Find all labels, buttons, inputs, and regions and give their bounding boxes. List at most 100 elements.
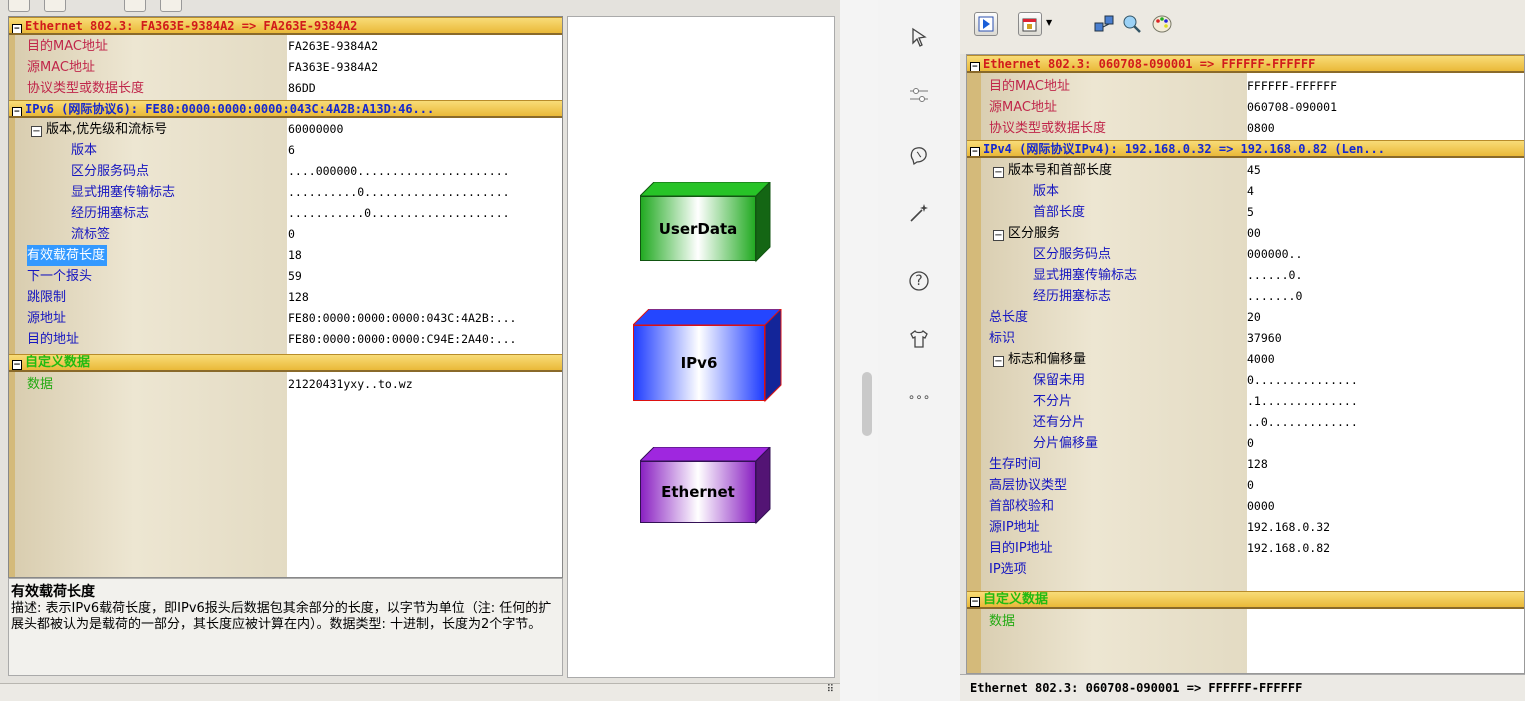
- field-label-text: 目的IP地址: [989, 541, 1053, 556]
- tree-row[interactable]: IP选项: [967, 559, 1524, 580]
- field-value: ...........0....................: [288, 206, 510, 220]
- expand-toggle-icon[interactable]: −: [993, 167, 1004, 178]
- ipv6-header[interactable]: − IPv6 (网际协议6): FE80:0000:0000:0000:043C:…: [9, 100, 562, 118]
- field-value: 0: [288, 227, 295, 241]
- tree-row[interactable]: 源MAC地址 FA363E-9384A2: [9, 57, 562, 78]
- tree-row[interactable]: 标识 37960: [967, 328, 1524, 349]
- protocol-layer-block[interactable]: Ethernet: [640, 447, 771, 525]
- header-text: IPv4 (网际协议IPv4): 192.168.0.32 => 192.168…: [983, 142, 1386, 156]
- tree-row[interactable]: 流标签 0: [9, 224, 562, 245]
- cursor-arrow-icon[interactable]: [904, 22, 934, 52]
- tree-row[interactable]: 目的MAC地址 FA263E-9384A2: [9, 36, 562, 57]
- tree-row[interactable]: 首部校验和 0000: [967, 496, 1524, 517]
- ethernet-header[interactable]: − Ethernet 802.3: FA363E-9384A2 => FA263E…: [9, 17, 562, 35]
- tree-row[interactable]: 有效载荷长度 18: [9, 245, 562, 266]
- description-body: 描述: 表示IPv6载荷长度，即IPv6报头后数据包其余部分的长度，以字节为单位…: [11, 601, 552, 632]
- field-value: 0800: [1247, 121, 1275, 135]
- search-icon[interactable]: [1120, 12, 1144, 36]
- right-toolbar: ▼: [960, 0, 1525, 54]
- expand-toggle-icon[interactable]: −: [31, 126, 42, 137]
- tree-row[interactable]: 显式拥塞传输标志 ......0.: [967, 265, 1524, 286]
- tree-row[interactable]: 源地址 FE80:0000:0000:0000:043C:4A2B:...: [9, 308, 562, 329]
- tree-row[interactable]: − 标志和偏移量 4000: [967, 349, 1524, 370]
- tree-row[interactable]: 保留未用 0...............: [967, 370, 1524, 391]
- tree-row[interactable]: 版本 4: [967, 181, 1524, 202]
- custom-data-header[interactable]: − 自定义数据: [967, 591, 1524, 609]
- tree-row[interactable]: 经历拥塞标志 ...........0....................: [9, 203, 562, 224]
- custom-data-header[interactable]: − 自定义数据: [9, 354, 562, 372]
- field-label: 版本: [71, 140, 97, 161]
- tree-row[interactable]: 源MAC地址 060708-090001: [967, 97, 1524, 118]
- field-value: 6: [288, 143, 295, 157]
- capture-icon[interactable]: [1018, 12, 1042, 36]
- tree-row[interactable]: 数据: [967, 611, 1524, 632]
- tree-row[interactable]: − 版本,优先级和流标号 60000000: [9, 119, 562, 140]
- tree-row[interactable]: 源IP地址 192.168.0.32: [967, 517, 1524, 538]
- tree-row[interactable]: 区分服务码点 ....000000......................: [9, 161, 562, 182]
- tree-row[interactable]: 总长度 20: [967, 307, 1524, 328]
- more-icon[interactable]: ∘∘∘: [904, 382, 934, 412]
- collapse-toggle-icon[interactable]: −: [970, 147, 980, 156]
- tree-row[interactable]: 下一个报头 59: [9, 266, 562, 287]
- shirt-icon[interactable]: [904, 324, 934, 354]
- help-icon[interactable]: ?: [904, 266, 934, 296]
- tree-row[interactable]: 显式拥塞传输标志 ..........0.....................: [9, 182, 562, 203]
- pane-divider[interactable]: [840, 0, 878, 701]
- ipv4-header[interactable]: − IPv4 (网际协议IPv4): 192.168.0.32 => 192.16…: [967, 140, 1524, 158]
- tree-row[interactable]: 不分片 .1..............: [967, 391, 1524, 412]
- expand-toggle-icon[interactable]: −: [993, 230, 1004, 241]
- network-icon[interactable]: [1092, 12, 1116, 36]
- field-value: 45: [1247, 163, 1261, 177]
- play-icon[interactable]: [974, 12, 998, 36]
- tree-row[interactable]: − 版本号和首部长度 45: [967, 160, 1524, 181]
- tree-row[interactable]: 经历拥塞标志 .......0: [967, 286, 1524, 307]
- expand-toggle-icon[interactable]: −: [993, 356, 1004, 367]
- field-label-text: 标识: [989, 331, 1016, 346]
- toolbar-button[interactable]: [8, 0, 30, 12]
- tree-row[interactable]: 分片偏移量 0: [967, 433, 1524, 454]
- tree-row[interactable]: 目的地址 FE80:0000:0000:0000:C94E:2A40:...: [9, 329, 562, 350]
- tree-row[interactable]: 目的MAC地址 FFFFFF-FFFFFF: [967, 76, 1524, 97]
- tree-row[interactable]: 版本 6: [9, 140, 562, 161]
- scrollbar-thumb[interactable]: [862, 372, 872, 436]
- tree-row[interactable]: 目的IP地址 192.168.0.82: [967, 538, 1524, 559]
- tree-row[interactable]: 生存时间 128: [967, 454, 1524, 475]
- field-value: 86DD: [288, 81, 316, 95]
- tree-row[interactable]: 协议类型或数据长度 0800: [967, 118, 1524, 139]
- toolbar-button[interactable]: [44, 0, 66, 12]
- toolbar-button[interactable]: [124, 0, 146, 12]
- tree-row[interactable]: 跳限制 128: [9, 287, 562, 308]
- magic-wand-icon[interactable]: [904, 198, 934, 228]
- collapse-toggle-icon[interactable]: −: [970, 62, 980, 71]
- layer-block-label: UserData: [640, 196, 756, 261]
- resize-grip-icon[interactable]: ⠿: [827, 684, 834, 695]
- field-label: 显式拥塞传输标志: [71, 182, 175, 203]
- tree-row[interactable]: − 区分服务 00: [967, 223, 1524, 244]
- field-label-text: 区分服务码点: [71, 164, 150, 179]
- protocol-layer-block[interactable]: UserData: [640, 182, 771, 263]
- right-protocol-window: ▼ − Ethernet 802.3: 060708-090001 => FFFF…: [960, 0, 1525, 701]
- tree-row[interactable]: 还有分片 ..0.............: [967, 412, 1524, 433]
- field-value: 192.168.0.32: [1247, 520, 1331, 534]
- collapse-toggle-icon[interactable]: −: [12, 360, 22, 370]
- ethernet-header[interactable]: − Ethernet 802.3: 060708-090001 => FFFFFF…: [967, 55, 1524, 73]
- header-text: Ethernet 802.3: FA363E-9384A2 => FA263E-…: [25, 19, 358, 33]
- collapse-toggle-icon[interactable]: −: [970, 597, 980, 607]
- field-label: 区分服务码点: [1033, 244, 1111, 265]
- field-value: 37960: [1247, 331, 1282, 345]
- tree-row[interactable]: 区分服务码点 000000..: [967, 244, 1524, 265]
- tree-row[interactable]: 首部长度 5: [967, 202, 1524, 223]
- collapse-toggle-icon[interactable]: −: [12, 24, 22, 33]
- tree-row[interactable]: 高层协议类型 0: [967, 475, 1524, 496]
- tree-row[interactable]: 协议类型或数据长度 86DD: [9, 78, 562, 99]
- collapse-toggle-icon[interactable]: −: [12, 107, 22, 116]
- tree-row[interactable]: 数据 21220431yxy..to.wz: [9, 374, 562, 395]
- protocol-layer-block[interactable]: IPv6: [633, 309, 782, 403]
- field-label: 显式拥塞传输标志: [1033, 265, 1137, 286]
- slider-icon[interactable]: [904, 80, 934, 110]
- dropdown-arrow-icon[interactable]: ▼: [1046, 18, 1052, 27]
- brain-icon[interactable]: [904, 140, 934, 170]
- palette-icon[interactable]: [1150, 12, 1174, 36]
- toolbar-button[interactable]: [160, 0, 182, 12]
- field-label: 源地址: [27, 308, 66, 329]
